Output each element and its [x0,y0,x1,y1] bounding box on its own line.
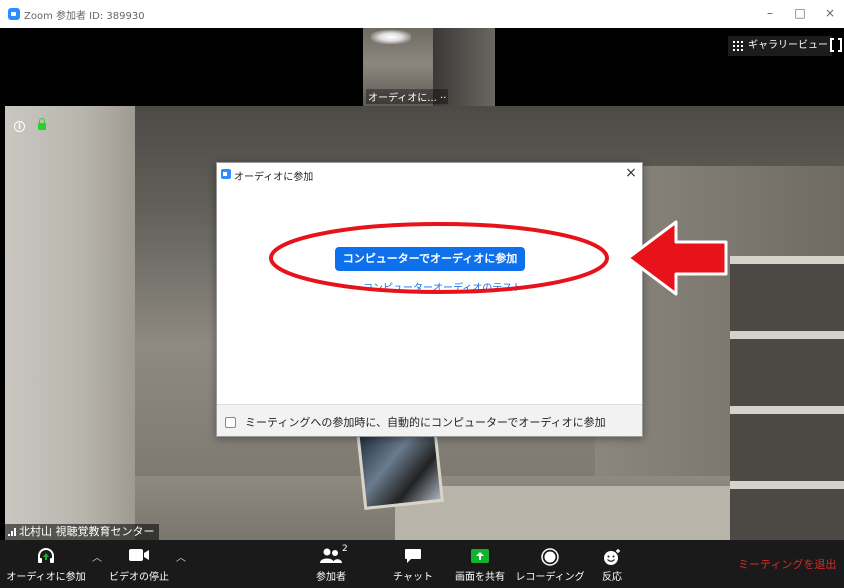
headphone-icon [38,548,54,563]
stop-video-label: ビデオの停止 [109,572,169,583]
chat-label: チャット [393,572,433,583]
test-computer-audio-link[interactable]: コンピューターオーディオのテスト [363,279,522,294]
auto-join-audio-checkbox[interactable] [225,417,236,428]
audio-options-caret-icon[interactable]: ︿ [92,554,102,564]
join-audio-button[interactable]: オーディオに参加 [4,540,88,588]
share-screen-button[interactable]: 画面を共有 [448,540,512,588]
leave-meeting-button[interactable]: ミーティングを退出 [738,556,836,572]
minimize-button[interactable]: – [760,4,780,22]
video-camera-icon [129,549,149,561]
zoom-logo-icon [8,8,20,20]
participants-button[interactable]: 2 参加者 [306,540,356,588]
join-computer-audio-button[interactable]: コンピューターでオーディオに参加 [335,247,525,271]
video-options-caret-icon[interactable]: ︿ [176,554,186,564]
window-titlebar: Zoom 参加者 ID: 389930 – □ × [0,0,844,28]
participant-name-tag: 北村山 視聴覚教育センター [5,524,159,540]
zoom-logo-icon [221,169,231,179]
dialog-close-button[interactable]: × [623,165,639,181]
thumbnail-video-content [371,30,411,44]
lock-icon[interactable] [38,118,46,130]
info-icon[interactable]: i [14,121,25,132]
participants-count: 2 [342,544,348,554]
close-window-button[interactable]: × [820,4,840,22]
participant-name: 北村山 視聴覚教育センター [19,525,155,538]
gallery-view-label: ギャラリービュー [748,40,828,51]
stop-video-button[interactable]: ビデオの停止 [102,540,176,588]
gallery-view-button[interactable]: ギャラリービュー [728,36,832,56]
thumbnail-name: オーディオに... ·· [366,89,449,104]
chat-icon [405,549,421,563]
fullscreen-icon[interactable] [830,37,842,53]
grid-icon [733,41,743,51]
join-audio-dialog: オーディオに参加 × コンピューターでオーディオに参加 コンピューターオーディオ… [216,162,643,437]
auto-join-audio-label[interactable]: ミーティングへの参加時に、自動的にコンピューターでオーディオに参加 [245,414,606,430]
window-title: Zoom 参加者 ID: 389930 [24,11,145,22]
maximize-button[interactable]: □ [790,4,810,22]
signal-strength-icon [8,528,17,536]
recording-button[interactable]: レコーディング [514,540,586,588]
share-screen-label: 画面を共有 [455,572,505,583]
join-audio-label: オーディオに参加 [6,572,86,583]
chat-button[interactable]: チャット [388,540,438,588]
recording-label: レコーディング [515,572,585,583]
participants-label: 参加者 [316,572,346,583]
dialog-title: オーディオに参加 [234,172,314,183]
participants-icon [320,548,342,563]
share-screen-icon [471,549,489,563]
reactions-label: 反応 [602,572,622,583]
participant-thumbnail[interactable]: オーディオに... ·· [363,28,495,106]
record-icon [541,548,559,566]
meeting-toolbar: オーディオに参加 ︿ ビデオの停止 ︿ 2 参加者 チャット 画面を共有 レコー… [0,540,844,588]
dialog-footer: ミーティングへの参加時に、自動的にコンピューターでオーディオに参加 [217,404,642,436]
video-shelf [730,256,844,540]
smiley-icon [604,549,620,565]
top-thumbnail-strip: オーディオに... ·· ギャラリービュー [0,28,844,106]
reactions-button[interactable]: 反応 [592,540,632,588]
